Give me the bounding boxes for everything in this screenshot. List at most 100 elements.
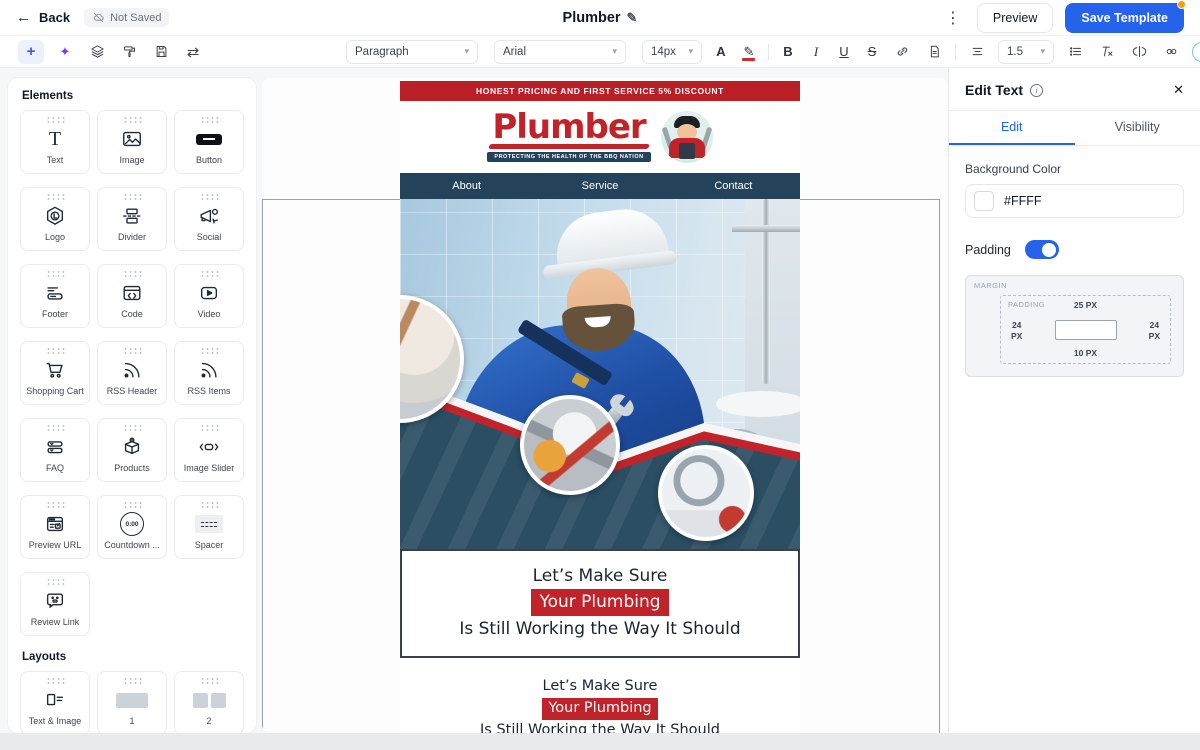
- line-height-select[interactable]: 1.5 ▾: [998, 39, 1054, 64]
- paragraph-style-select[interactable]: Paragraph ▾: [346, 39, 478, 64]
- panel-tabs: Edit Visibility: [949, 111, 1200, 146]
- swap-icon[interactable]: ⇄: [182, 41, 204, 63]
- save-icon[interactable]: [150, 41, 172, 63]
- email-banner[interactable]: HONEST PRICING AND FIRST SERVICE 5% DISC…: [400, 81, 800, 101]
- headline-block-duplicate[interactable]: Let’s Make Sure Your Plumbing Is Still W…: [400, 671, 800, 733]
- drag-handle-icon: [122, 193, 142, 200]
- element-card-divider[interactable]: Divider: [97, 187, 167, 251]
- padding-bottom-value[interactable]: 10 PX: [1001, 348, 1170, 359]
- back-label: Back: [39, 10, 71, 25]
- element-card-preview-url[interactable]: Preview URL: [20, 495, 90, 559]
- element-card-shopping-cart[interactable]: Shopping Cart: [20, 341, 90, 405]
- nav-link-about[interactable]: About: [400, 180, 533, 192]
- tab-edit[interactable]: Edit: [949, 111, 1075, 145]
- anchor-link-icon[interactable]: [1160, 41, 1182, 63]
- element-card-social[interactable]: Social: [174, 187, 244, 251]
- layout-card-two-column[interactable]: 2: [174, 671, 244, 733]
- layout-card-one-column[interactable]: 1: [97, 671, 167, 733]
- drag-handle-icon: [45, 116, 65, 123]
- element-card-logo[interactable]: Logo: [20, 187, 90, 251]
- drag-handle-icon: [199, 424, 219, 431]
- more-options-icon[interactable]: ⋮: [941, 8, 965, 28]
- email-template: HONEST PRICING AND FIRST SERVICE 5% DISC…: [400, 81, 800, 733]
- element-card-code[interactable]: Code: [97, 264, 167, 328]
- image-slider-icon: [198, 433, 220, 461]
- element-card-faq[interactable]: FAQ: [20, 418, 90, 482]
- divider: [768, 43, 769, 60]
- element-card-button[interactable]: Button: [174, 110, 244, 174]
- layout-label: 1: [129, 716, 135, 726]
- panel-header: Edit Text i ✕: [949, 68, 1200, 111]
- link-icon[interactable]: [891, 41, 913, 63]
- shopping-cart-icon: [44, 356, 66, 384]
- back-button[interactable]: ← Back: [16, 9, 70, 26]
- highlight-color-button[interactable]: ✎: [740, 44, 758, 61]
- underline-button[interactable]: U: [835, 44, 853, 59]
- add-block-button[interactable]: +: [18, 39, 44, 64]
- element-card-video[interactable]: Video: [174, 264, 244, 328]
- element-card-text[interactable]: T Text: [20, 110, 90, 174]
- element-card-image-slider[interactable]: Image Slider: [174, 418, 244, 482]
- element-card-footer[interactable]: Footer: [20, 264, 90, 328]
- nav-link-contact[interactable]: Contact: [667, 180, 800, 192]
- email-nav-bar: About Service Contact: [400, 173, 800, 199]
- element-card-spacer[interactable]: Spacer: [174, 495, 244, 559]
- chevron-down-icon: ▾: [612, 46, 617, 56]
- info-icon[interactable]: i: [1030, 83, 1044, 97]
- line-height-icon[interactable]: [966, 41, 988, 63]
- element-card-rss-items[interactable]: RSS Items: [174, 341, 244, 405]
- drag-handle-icon: [122, 677, 142, 684]
- strikethrough-button[interactable]: S: [863, 44, 881, 59]
- headline-line1: Let’s Make Sure: [542, 678, 658, 695]
- email-canvas[interactable]: HONEST PRICING AND FIRST SERVICE 5% DISC…: [262, 78, 948, 733]
- headline-block-selected[interactable]: Let’s Make Sure Your Plumbing Is Still W…: [400, 549, 800, 659]
- nav-link-service[interactable]: Service: [533, 180, 666, 192]
- close-panel-icon[interactable]: ✕: [1173, 82, 1184, 98]
- padding-toggle[interactable]: [1024, 240, 1059, 259]
- email-logo-section[interactable]: Plumber PROTECTING THE HEALTH OF THE BBQ…: [400, 101, 800, 173]
- layers-icon[interactable]: [86, 41, 108, 63]
- element-card-products[interactable]: Products: [97, 418, 167, 482]
- element-card-image[interactable]: Image: [97, 110, 167, 174]
- font-family-select[interactable]: Arial ▾: [494, 39, 626, 64]
- clear-format-icon[interactable]: [1096, 41, 1118, 63]
- padding-right-value[interactable]: 24 PX: [1149, 320, 1160, 341]
- padding-left-value[interactable]: 24 PX: [1011, 320, 1022, 341]
- drag-handle-icon: [122, 270, 142, 277]
- element-label: Footer: [41, 309, 68, 319]
- bottom-scroll-strip[interactable]: [0, 733, 1200, 750]
- divider-icon: [121, 202, 143, 230]
- ai-assistant-button[interactable]: AI: [1192, 41, 1200, 62]
- drag-handle-icon: [199, 193, 219, 200]
- layouts-title: Layouts: [22, 651, 67, 663]
- font-color-button[interactable]: A: [712, 44, 730, 59]
- bold-button[interactable]: B: [779, 44, 797, 59]
- logo-icon: [44, 202, 66, 230]
- element-label: Review Link: [30, 617, 80, 627]
- line-height-value: 1.5: [1007, 45, 1023, 58]
- font-size-select[interactable]: 14px ▾: [642, 39, 702, 64]
- ai-sparkle-icon[interactable]: ✦: [54, 41, 76, 63]
- save-template-button[interactable]: Save Template: [1065, 0, 1186, 33]
- layout-card-text-image[interactable]: Text & Image: [20, 671, 90, 733]
- merge-tag-icon[interactable]: [1128, 41, 1150, 63]
- paint-roller-icon[interactable]: [118, 41, 140, 63]
- footer-icon: [44, 279, 66, 307]
- background-color-input[interactable]: #FFFF: [965, 184, 1184, 218]
- padding-top-value[interactable]: 25 PX: [1001, 300, 1170, 311]
- element-card-countdown[interactable]: 0:00 Countdown ...: [97, 495, 167, 559]
- padding-center-field[interactable]: [1054, 319, 1117, 340]
- preview-button[interactable]: Preview: [976, 2, 1054, 33]
- bullet-list-icon[interactable]: [1064, 41, 1086, 63]
- hero-image[interactable]: [400, 199, 800, 549]
- element-card-rss-header[interactable]: RSS Header: [97, 341, 167, 405]
- color-swatch[interactable]: [974, 191, 994, 211]
- faq-icon: [44, 433, 66, 461]
- italic-button[interactable]: I: [807, 44, 825, 60]
- rss-icon: [121, 356, 143, 384]
- element-card-review-link[interactable]: Review Link: [20, 572, 90, 636]
- tab-visibility[interactable]: Visibility: [1075, 111, 1200, 145]
- document-icon[interactable]: [923, 41, 945, 63]
- edit-title-icon[interactable]: ✎: [627, 10, 638, 25]
- social-icon: [198, 202, 220, 230]
